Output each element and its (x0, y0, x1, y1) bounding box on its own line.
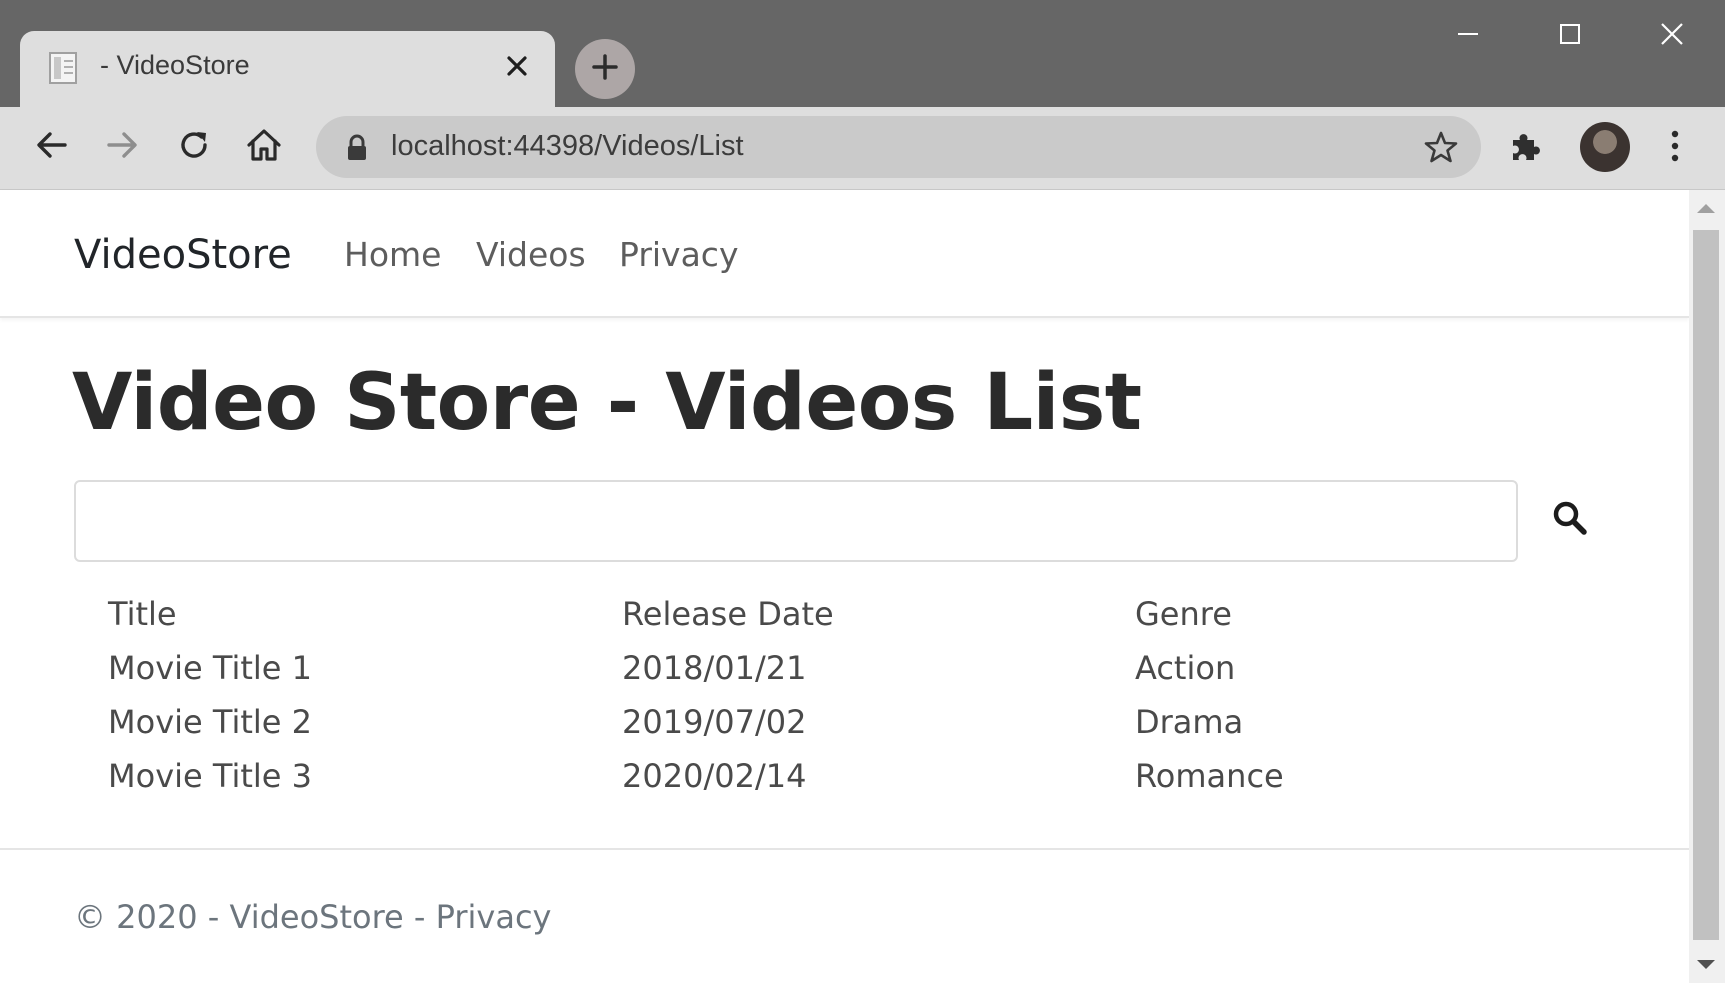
star-icon[interactable] (1423, 129, 1459, 165)
videos-table: Title Release Date Genre Movie Title 1 2… (80, 587, 1435, 803)
new-tab-button[interactable] (575, 39, 635, 99)
tab-title: - VideoStore (100, 50, 250, 80)
table-row: Movie Title 2 2019/07/02 Drama (80, 695, 1435, 749)
home-button[interactable] (240, 123, 288, 171)
url-text: localhost:44398/Videos/List (391, 130, 744, 162)
tab-strip: - VideoStore (0, 0, 1725, 107)
search-icon (1551, 499, 1589, 540)
page-footer: © 2020 - VideoStore - Privacy (0, 848, 1689, 985)
column-header-genre: Genre (1135, 595, 1232, 633)
search-button[interactable] (1545, 494, 1595, 544)
cell-release-date: 2018/01/21 (622, 649, 807, 687)
maximize-button[interactable] (1550, 16, 1590, 56)
menu-button[interactable] (1651, 124, 1699, 172)
plus-icon (591, 53, 619, 85)
nav-link-home[interactable]: Home (344, 235, 441, 274)
site-navbar: VideoStore Home Videos Privacy (0, 190, 1689, 318)
table-header-row: Title Release Date Genre (80, 587, 1435, 641)
column-header-release-date: Release Date (622, 595, 834, 633)
scroll-up-arrow-icon[interactable] (1697, 204, 1715, 213)
extensions-button[interactable] (1501, 124, 1549, 172)
footer-text: © 2020 - VideoStore - Privacy (74, 898, 551, 936)
cell-genre: Romance (1135, 757, 1284, 795)
page-title: Video Store - Videos List (72, 358, 1142, 448)
browser-toolbar: localhost:44398/Videos/List (0, 107, 1725, 189)
back-button[interactable] (28, 123, 76, 171)
cell-release-date: 2020/02/14 (622, 757, 807, 795)
cell-genre: Action (1135, 649, 1236, 687)
scroll-down-arrow-icon[interactable] (1697, 960, 1715, 969)
tab-close-icon[interactable] (502, 51, 532, 81)
reload-button[interactable] (170, 123, 218, 171)
browser-tab[interactable]: - VideoStore (20, 31, 555, 107)
cell-title: Movie Title 3 (108, 757, 312, 795)
nav-link-privacy[interactable]: Privacy (619, 235, 738, 274)
kebab-menu-icon (1669, 128, 1681, 168)
search-input[interactable] (74, 480, 1518, 562)
page-viewport: VideoStore Home Videos Privacy Video Sto… (0, 189, 1725, 983)
arrow-right-icon (104, 127, 140, 167)
scroll-thumb[interactable] (1693, 230, 1719, 940)
lock-icon[interactable] (344, 134, 370, 162)
maximize-icon (1558, 22, 1582, 50)
table-row: Movie Title 3 2020/02/14 Romance (80, 749, 1435, 803)
cell-title: Movie Title 2 (108, 703, 312, 741)
home-icon (245, 126, 283, 168)
close-icon (1659, 21, 1685, 51)
cell-release-date: 2019/07/02 (622, 703, 807, 741)
minimize-button[interactable] (1448, 16, 1488, 56)
document-icon (48, 51, 80, 85)
forward-button[interactable] (98, 123, 146, 171)
footer-privacy-link[interactable]: Privacy (436, 898, 552, 936)
cell-title: Movie Title 1 (108, 649, 312, 687)
column-header-title: Title (108, 595, 177, 633)
footer-copyright: © 2020 - VideoStore - (74, 898, 436, 936)
avatar[interactable] (1580, 122, 1630, 172)
minimize-icon (1456, 22, 1480, 50)
address-bar[interactable]: localhost:44398/Videos/List (316, 116, 1481, 178)
arrow-left-icon (34, 127, 70, 167)
table-row: Movie Title 1 2018/01/21 Action (80, 641, 1435, 695)
cell-genre: Drama (1135, 703, 1244, 741)
puzzle-icon (1507, 128, 1543, 168)
browser-window: - VideoStore localhost:44398/Videos/List… (0, 0, 1725, 983)
vertical-scrollbar[interactable] (1689, 190, 1725, 983)
brand-link[interactable]: VideoStore (74, 232, 292, 278)
reload-icon (176, 127, 212, 167)
close-window-button[interactable] (1652, 16, 1692, 56)
nav-link-videos[interactable]: Videos (476, 235, 586, 274)
